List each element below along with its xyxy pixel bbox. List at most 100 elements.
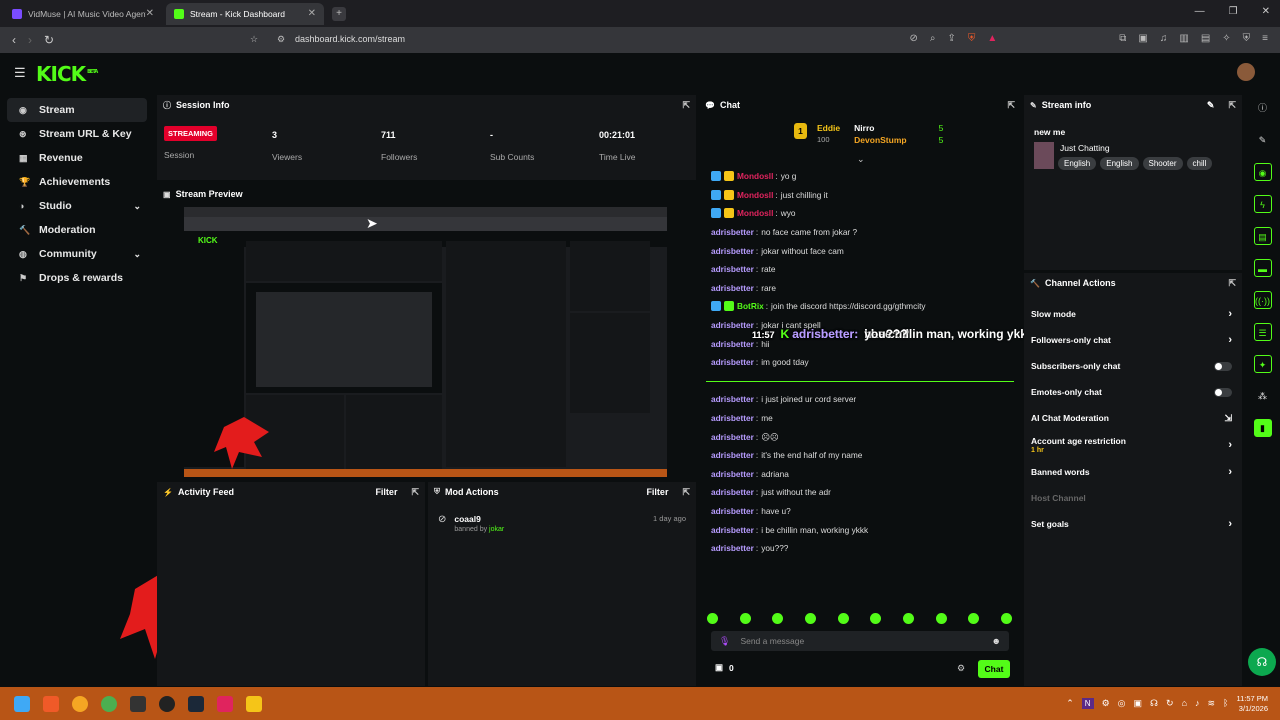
reload-icon[interactable]: ↻ xyxy=(44,33,54,47)
broadcast-icon[interactable]: ((·)) xyxy=(1253,291,1272,309)
chat-message[interactable]: adrisbetter: you??? xyxy=(699,539,1021,558)
clock[interactable]: 11:57 PM 3/1/2026 xyxy=(1236,694,1268,714)
nodes-icon[interactable]: ⁂ xyxy=(1254,387,1272,405)
share-icon[interactable]: ⇪ xyxy=(947,33,955,44)
rewards-icon[interactable]: ▲ xyxy=(987,33,997,44)
popout-icon[interactable]: ⇱ xyxy=(411,487,419,498)
chat-username[interactable]: adrisbetter xyxy=(711,283,754,293)
send-chat-button[interactable]: Chat xyxy=(978,660,1010,678)
tag[interactable]: English xyxy=(1058,157,1097,170)
forward-icon[interactable]: › xyxy=(28,33,32,47)
expand-leaderboard-icon[interactable]: ⌄ xyxy=(857,154,865,165)
mod-action-by[interactable]: jokar xyxy=(489,526,504,533)
tray-app-icon[interactable]: ⚙ xyxy=(1102,698,1110,709)
device-icon[interactable]: ▮ xyxy=(1253,419,1272,437)
host-channel-item[interactable]: Host Channel xyxy=(1024,485,1242,511)
emote-icon[interactable] xyxy=(870,613,882,624)
mod-action-user[interactable]: coaal9 xyxy=(454,514,504,524)
maximize-icon[interactable]: ❐ xyxy=(1229,6,1238,17)
popout-icon[interactable]: ⇱ xyxy=(1228,100,1236,111)
emotes-only-toggle[interactable] xyxy=(1214,387,1232,397)
chat-message[interactable]: BotRix: join the discord https://discord.… xyxy=(699,297,1021,316)
chat-message[interactable]: adrisbetter: im good tday xyxy=(699,353,1021,372)
music-icon[interactable]: ♫ xyxy=(1160,33,1168,44)
subscribers-only-toggle[interactable] xyxy=(1214,361,1232,371)
emote-icon[interactable] xyxy=(707,613,718,624)
onenote-icon[interactable]: N xyxy=(1081,698,1094,709)
tag[interactable]: English xyxy=(1100,157,1139,170)
bookmark-icon[interactable]: ☆ xyxy=(250,34,258,45)
close-tab-icon[interactable]: ✕ xyxy=(146,8,154,19)
bluetooth-icon[interactable]: ᛒ xyxy=(1223,698,1228,709)
sidebar-item-stream[interactable]: ◉ Stream xyxy=(7,98,147,122)
sidebar-item-drops-rewards[interactable]: ⚑ Drops & rewards xyxy=(7,266,147,290)
chat-username[interactable]: adrisbetter xyxy=(711,543,754,553)
chat-message[interactable]: adrisbetter: jokar without face cam xyxy=(699,241,1021,260)
chat-settings-icon[interactable]: ⚙ xyxy=(957,663,965,674)
emote-icon[interactable] xyxy=(1000,613,1012,624)
chat-username[interactable]: adrisbetter xyxy=(711,264,754,274)
emote-icon[interactable] xyxy=(902,613,914,624)
emote-icon[interactable] xyxy=(968,613,980,624)
wrench-icon[interactable]: ✦ xyxy=(1253,355,1272,373)
kick-logo[interactable]: KICK BETA xyxy=(36,62,98,86)
chat-username[interactable]: adrisbetter xyxy=(711,413,754,423)
filter-button[interactable]: Filter xyxy=(375,487,397,497)
emote-icon[interactable] xyxy=(935,613,947,624)
brave-icon[interactable] xyxy=(43,695,59,712)
wifi-icon[interactable]: ≋ xyxy=(1208,698,1216,709)
url-input[interactable]: dashboard.kick.com/stream xyxy=(295,34,405,44)
info-icon[interactable]: ⓘ xyxy=(1254,99,1272,117)
sidebar-toggle-icon[interactable]: ▥ xyxy=(1179,33,1188,44)
chat-message[interactable]: adrisbetter: just without the adr xyxy=(699,483,1021,502)
volume-icon[interactable]: ♪ xyxy=(1195,698,1200,709)
menu-icon[interactable]: ≡ xyxy=(1262,33,1268,44)
chat-message[interactable]: adrisbetter: i just joined ur cord server xyxy=(699,390,1021,409)
zoom-icon[interactable]: ⌕ xyxy=(930,33,936,44)
popout-icon[interactable]: ⇱ xyxy=(682,100,690,111)
ai-chat-moderation-item[interactable]: AI Chat Moderation ⇲ xyxy=(1024,405,1242,431)
chevron-up-icon[interactable]: ⌃ xyxy=(1066,698,1074,709)
emote-icon[interactable] xyxy=(804,613,816,624)
sidebar-item-moderation[interactable]: 🔨 Moderation xyxy=(7,218,147,242)
puzzle-icon[interactable]: ⧉ xyxy=(1119,33,1126,44)
chat-message[interactable]: Mondosll: wyo xyxy=(699,204,1021,223)
leaderboard-name[interactable]: Nirro xyxy=(854,123,906,133)
windows-start-icon[interactable] xyxy=(14,695,30,712)
hamburger-menu-icon[interactable]: ☰ xyxy=(14,65,26,81)
chat-bubble-icon[interactable]: ▬ xyxy=(1253,259,1272,277)
popout-icon[interactable]: ⇱ xyxy=(1007,100,1015,111)
chat-input-field[interactable]: 🎙 Send a message ☻ xyxy=(711,631,1009,651)
banned-words-item[interactable]: Banned words › xyxy=(1024,459,1242,485)
followers-only-item[interactable]: Followers-only chat › xyxy=(1024,327,1242,353)
account-age-item[interactable]: Account age restriction 1 hr › xyxy=(1024,431,1242,459)
set-goals-item[interactable]: Set goals › xyxy=(1024,511,1242,537)
sync-icon[interactable]: ↻ xyxy=(1166,698,1174,709)
app-icon[interactable] xyxy=(72,695,88,712)
chat-username[interactable]: adrisbetter xyxy=(711,487,754,497)
chat-username[interactable]: adrisbetter xyxy=(711,246,754,256)
close-tab-icon[interactable]: ✕ xyxy=(308,8,316,19)
brave-shield-icon[interactable]: ⛨ xyxy=(968,33,976,44)
chat-username[interactable]: adrisbetter xyxy=(711,506,754,516)
list-icon[interactable]: ☰ xyxy=(1253,323,1272,341)
browser-tab-kick[interactable]: Stream - Kick Dashboard ✕ xyxy=(166,2,324,25)
avatar[interactable] xyxy=(1237,63,1255,81)
chat-message[interactable]: adrisbetter: rate xyxy=(699,260,1021,279)
steam-tray-icon[interactable]: ◎ xyxy=(1118,698,1126,709)
chat-username[interactable]: adrisbetter xyxy=(711,525,754,535)
file-explorer-icon[interactable] xyxy=(246,695,262,712)
sidebar-item-community[interactable]: ◍ Community ⌄ xyxy=(7,242,147,266)
chat-message[interactable]: adrisbetter: ☹☹ xyxy=(699,427,1021,446)
emote-icon[interactable] xyxy=(739,613,751,624)
chat-username[interactable]: adrisbetter xyxy=(711,320,754,330)
chat-username[interactable]: adrisbetter xyxy=(711,357,754,367)
tag[interactable]: Shooter xyxy=(1142,157,1183,170)
tag[interactable]: chill xyxy=(1186,157,1213,170)
network-icon[interactable]: ⌂ xyxy=(1182,698,1187,709)
new-tab-button[interactable]: + xyxy=(332,6,346,21)
edit-stream-info-icon[interactable]: ✎ xyxy=(1207,100,1215,111)
extension-icon[interactable]: ⊘ xyxy=(909,33,917,44)
microphone-icon[interactable]: 🎙 xyxy=(719,636,730,647)
chat-message[interactable]: adrisbetter: i be chillin man, working yk… xyxy=(699,520,1021,539)
